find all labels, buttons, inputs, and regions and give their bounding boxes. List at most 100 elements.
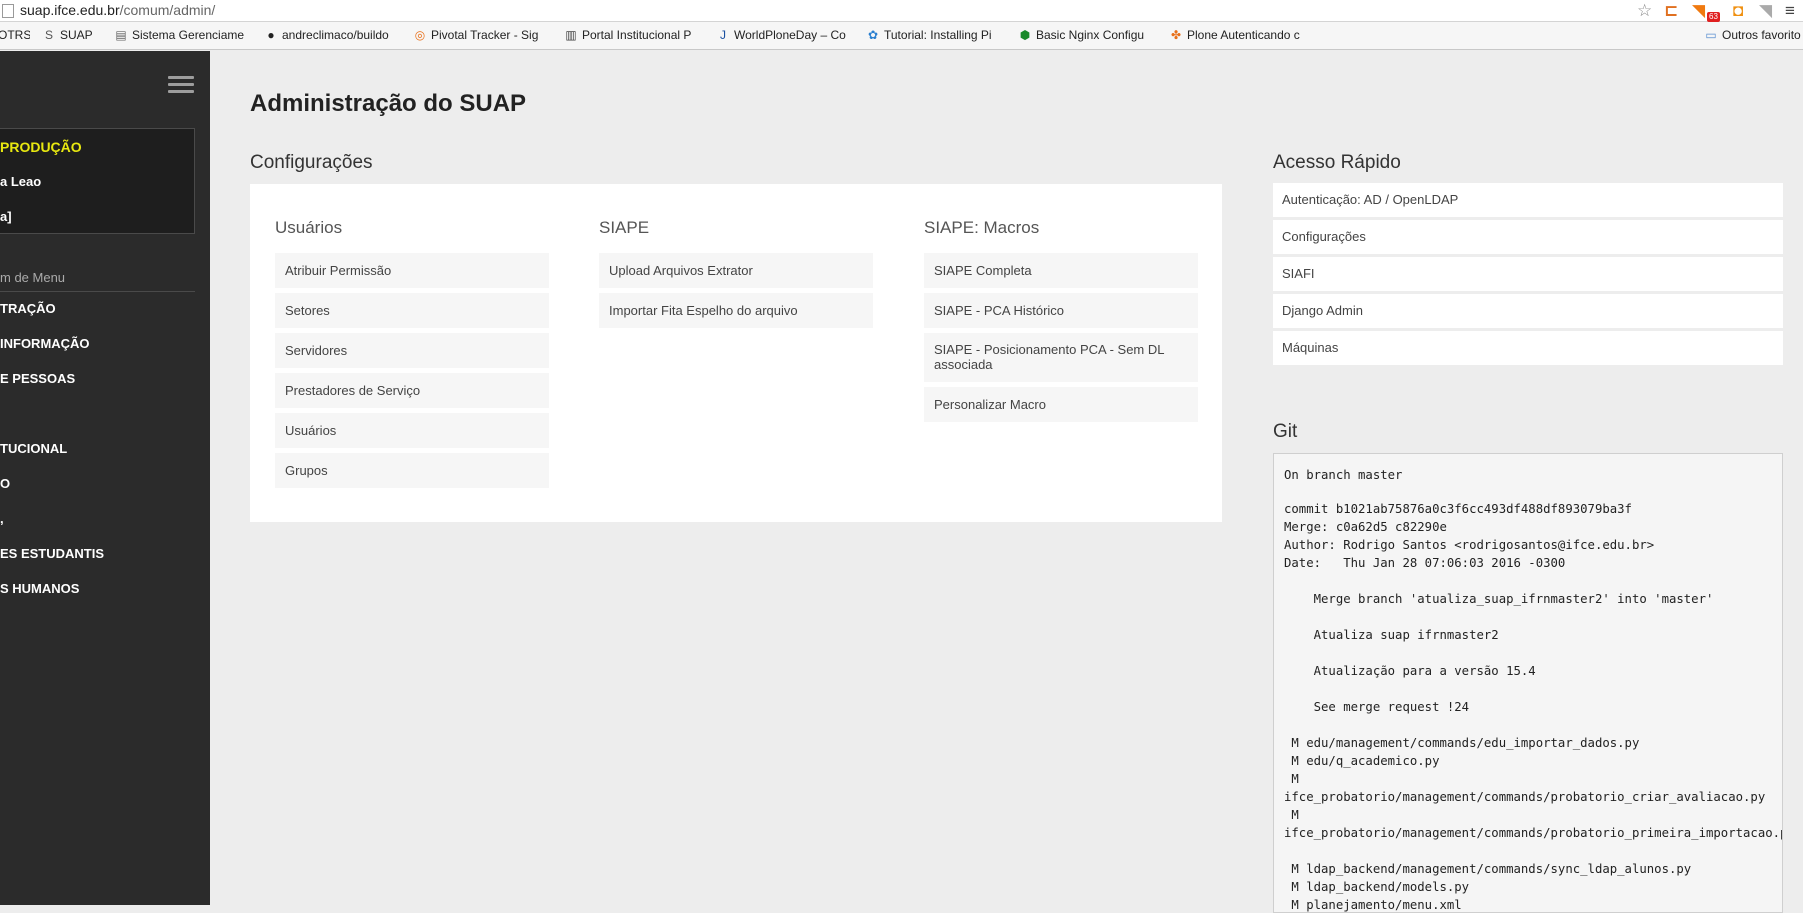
config-link[interactable]: Setores bbox=[275, 293, 549, 328]
page-title: Administração do SUAP bbox=[250, 90, 527, 117]
sidebar-menu-item[interactable]: TUCIONAL bbox=[0, 441, 67, 456]
bookmark-label: WorldPloneDay – Co bbox=[734, 28, 846, 42]
git-output-line: Merge: c0a62d5 c82290e bbox=[1284, 520, 1447, 534]
bookmark-label: Tutorial: Installing Pi bbox=[884, 28, 992, 42]
url-text[interactable]: suap.ifce.edu.br/comum/admin/ bbox=[20, 2, 215, 18]
config-column-title: Usuários bbox=[275, 218, 343, 237]
menu-icon[interactable]: ≡ bbox=[1785, 1, 1795, 21]
bookmarks-bar: OTRS S SUAP ▤ Sistema Gerenciame ● andreclimac… bbox=[0, 22, 1803, 50]
config-link[interactable]: SIAPE - PCA Histórico bbox=[924, 293, 1198, 328]
config-column-title: SIAPE bbox=[599, 218, 650, 237]
extension-icon[interactable]: ⊏ bbox=[1664, 1, 1678, 21]
other-bookmarks-label: Outros favorito bbox=[1722, 28, 1801, 42]
wpd-icon: J bbox=[720, 28, 726, 42]
git-output-line: M edu/management/commands/edu_importar_d… bbox=[1284, 736, 1640, 750]
git-output-line: On branch master bbox=[1284, 468, 1403, 482]
user-extra: a] bbox=[0, 209, 12, 224]
git-output-line: Atualização para a versão 15.4 bbox=[1284, 664, 1536, 678]
suap-icon: S bbox=[44, 28, 53, 42]
other-bookmarks[interactable]: ▭ Outros favorito bbox=[1704, 28, 1803, 42]
rss-count-badge: 63 bbox=[1707, 12, 1720, 22]
rss-gray-icon[interactable]: ◥ bbox=[1759, 1, 1772, 21]
git-output-line: ifce_probatorio/management/commands/prob… bbox=[1284, 790, 1766, 804]
sistema-icon: ▤ bbox=[115, 28, 127, 42]
git-output-line: M ldap_backend/models.py bbox=[1284, 880, 1470, 894]
bookmark-item[interactable]: ✤ Plone Autenticando c bbox=[1169, 28, 1309, 42]
quick-access-link[interactable]: SIAFI bbox=[1273, 257, 1783, 291]
nginx-icon: ⬢ bbox=[1019, 28, 1031, 42]
git-output-line: Merge branch 'atualiza_suap_ifrnmaster2'… bbox=[1284, 592, 1714, 606]
config-link[interactable]: Usuários bbox=[275, 413, 549, 448]
bookmark-item[interactable]: ⬢ Basic Nginx Configu bbox=[1018, 28, 1158, 42]
bookmark-label: Pivotal Tracker - Sig bbox=[431, 28, 539, 42]
config-link[interactable]: SIAPE - Posicionamento PCA - Sem DL asso… bbox=[924, 333, 1198, 382]
page-icon bbox=[2, 4, 14, 18]
plone-icon: ✤ bbox=[1170, 28, 1182, 42]
git-output-line: Author: Rodrigo Santos <rodrigosantos@if… bbox=[1284, 538, 1655, 552]
bookmark-label: Plone Autenticando c bbox=[1187, 28, 1300, 42]
config-link[interactable]: Upload Arquivos Extrator bbox=[599, 253, 873, 288]
bookmark-label: Basic Nginx Configu bbox=[1036, 28, 1145, 42]
bookmark-item[interactable]: ✿ Tutorial: Installing Pi bbox=[866, 28, 1006, 42]
config-link[interactable]: Importar Fita Espelho do arquivo bbox=[599, 293, 873, 328]
quick-access-link[interactable]: Django Admin bbox=[1273, 294, 1783, 328]
pivotal-icon: ◎ bbox=[414, 28, 426, 42]
address-bar[interactable]: suap.ifce.edu.br/comum/admin/ ☆ ⊏ ◥ 63 ◘… bbox=[0, 0, 1803, 22]
user-name[interactable]: a Leao bbox=[0, 174, 41, 189]
bookmark-item[interactable]: OTRS bbox=[0, 28, 30, 42]
bookmark-label: andreclimaco/buildo bbox=[282, 28, 389, 42]
sidebar-menu-item[interactable]: E PESSOAS bbox=[0, 371, 75, 386]
sidebar-menu-item[interactable]: O bbox=[0, 476, 10, 491]
sidebar-menu-item[interactable]: , bbox=[0, 511, 4, 526]
quick-access-link[interactable]: Máquinas bbox=[1273, 331, 1783, 365]
pocket-icon[interactable]: ◘ bbox=[1733, 1, 1743, 21]
config-link[interactable]: SIAPE Completa bbox=[924, 253, 1198, 288]
sidebar-menu-item[interactable]: TRAÇÃO bbox=[0, 301, 56, 316]
config-link[interactable]: Prestadores de Serviço bbox=[275, 373, 549, 408]
git-title: Git bbox=[1273, 421, 1298, 442]
quick-access-title: Acesso Rápido bbox=[1273, 152, 1401, 173]
git-output-line: M bbox=[1284, 772, 1299, 786]
config-card: Usuários Atribuir Permissão Setores Servido… bbox=[250, 184, 1222, 522]
git-output-line: M edu/q_academico.py bbox=[1284, 754, 1440, 768]
quick-access-link[interactable]: Configurações bbox=[1273, 220, 1783, 254]
bookmark-label: Portal Institucional P bbox=[582, 28, 692, 42]
config-link[interactable]: Grupos bbox=[275, 453, 549, 488]
bookmark-item[interactable]: ▤ Sistema Gerenciame bbox=[114, 28, 254, 42]
bookmark-item[interactable]: ● andreclimaco/buildo bbox=[264, 28, 404, 42]
portal-icon: ▥ bbox=[565, 28, 577, 42]
hamburger-icon[interactable] bbox=[168, 76, 194, 96]
config-link[interactable]: Servidores bbox=[275, 333, 549, 368]
sidebar: PRODUÇÃO a Leao a] m de Menu TRAÇÃO INFOR… bbox=[0, 51, 210, 905]
quick-access-link[interactable]: Autenticação: AD / OpenLDAP bbox=[1273, 183, 1783, 217]
bookmark-item[interactable]: ▥ Portal Institucional P bbox=[564, 28, 704, 42]
rss-icon[interactable]: ◥ bbox=[1692, 1, 1705, 21]
git-output-line: M bbox=[1284, 808, 1299, 822]
bookmark-label: OTRS bbox=[0, 28, 30, 42]
git-output-line: Date: Thu Jan 28 07:06:03 2016 -0300 bbox=[1284, 556, 1566, 570]
sidebar-menu-item[interactable]: INFORMAÇÃO bbox=[0, 336, 90, 351]
bookmark-item[interactable]: S SUAP bbox=[42, 28, 102, 42]
star-bookmark-icon[interactable]: ☆ bbox=[1637, 1, 1652, 21]
git-output-line: commit b1021ab75876a0c3f6cc493df488df893… bbox=[1284, 502, 1632, 516]
tutorial-icon: ✿ bbox=[867, 28, 879, 42]
github-icon: ● bbox=[267, 28, 275, 42]
menu-search-input[interactable]: m de Menu bbox=[0, 268, 195, 292]
git-output-line: M planejamento/menu.xml bbox=[1284, 898, 1462, 912]
config-link[interactable]: Personalizar Macro bbox=[924, 387, 1198, 422]
bookmark-label: Sistema Gerenciame bbox=[132, 28, 245, 42]
bookmark-label: SUAP bbox=[60, 28, 93, 42]
config-link[interactable]: Atribuir Permissão bbox=[275, 253, 549, 288]
environment-label: PRODUÇÃO bbox=[0, 139, 82, 155]
git-output-line: ifce_probatorio/management/commands/prob… bbox=[1284, 826, 1783, 840]
bookmark-item[interactable]: J WorldPloneDay – Co bbox=[716, 28, 856, 42]
git-output-line: See merge request !24 bbox=[1284, 700, 1470, 714]
config-section-title: Configurações bbox=[250, 152, 373, 173]
sidebar-menu-item[interactable]: ES ESTUDANTIS bbox=[0, 546, 104, 561]
git-output: On branch master commit b1021ab75876a0c3f… bbox=[1273, 453, 1783, 913]
folder-icon: ▭ bbox=[1705, 28, 1717, 42]
git-output-line: M ldap_backend/management/commands/sync_… bbox=[1284, 862, 1692, 876]
bookmark-item[interactable]: ◎ Pivotal Tracker - Sig bbox=[413, 28, 553, 42]
sidebar-menu-item[interactable]: S HUMANOS bbox=[0, 581, 79, 596]
user-box: PRODUÇÃO a Leao a] bbox=[0, 128, 195, 234]
